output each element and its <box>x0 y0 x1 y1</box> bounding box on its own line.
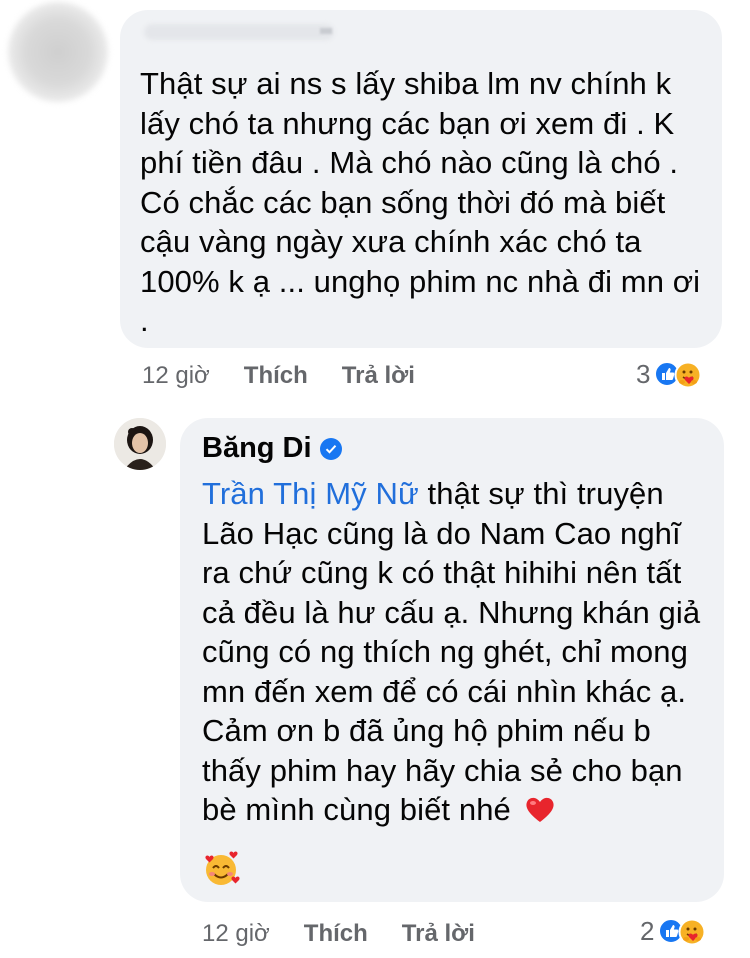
reply-button[interactable]: Trả lời <box>342 362 415 390</box>
reaction-count: 2 <box>640 916 655 946</box>
comment-time[interactable]: 12 giờ <box>142 362 210 390</box>
like-button[interactable]: Thích <box>244 362 308 390</box>
reply-time[interactable]: 12 giờ <box>202 920 270 948</box>
verified-badge-icon <box>319 437 342 460</box>
reply-text: Trần Thị Mỹ Nữ thật sự thì truyện Lão Hạ… <box>202 474 714 834</box>
author-row: Băng Di <box>202 432 342 465</box>
reaction-summary[interactable]: 3 <box>636 359 702 390</box>
commenter-name-blurred-mark <box>320 28 332 34</box>
mention-link[interactable]: Trần Thị Mỹ Nữ <box>202 476 419 511</box>
reply-button[interactable]: Trả lời <box>402 920 475 948</box>
reply-actions: 12 giờ Thích Trả lời <box>202 920 475 948</box>
reply-bubble: Băng Di Trần Thị Mỹ Nữ thật sự thì truyệ… <box>180 418 724 902</box>
comment-bubble: Thật sự ai ns s lấy shiba lm nv chính k … <box>120 10 722 348</box>
commenter-avatar-blurred[interactable] <box>8 2 108 102</box>
reply-body: thật sự thì truyện Lão Hạc cũng là do Na… <box>202 476 701 827</box>
commenter-name-blurred[interactable] <box>144 24 334 40</box>
reaction-count: 3 <box>636 359 651 389</box>
author-avatar[interactable] <box>114 418 166 470</box>
like-button[interactable]: Thích <box>304 920 368 948</box>
care-icon <box>674 361 702 389</box>
care-icon <box>678 918 706 946</box>
red-heart-icon <box>524 794 556 834</box>
comment-text: Thật sự ai ns s lấy shiba lm nv chính k … <box>140 66 701 338</box>
comment-actions: 12 giờ Thích Trả lời <box>142 362 415 390</box>
reaction-summary[interactable]: 2 <box>640 916 706 947</box>
smiling-face-with-hearts-icon <box>202 850 240 893</box>
author-name[interactable]: Băng Di <box>202 432 312 465</box>
